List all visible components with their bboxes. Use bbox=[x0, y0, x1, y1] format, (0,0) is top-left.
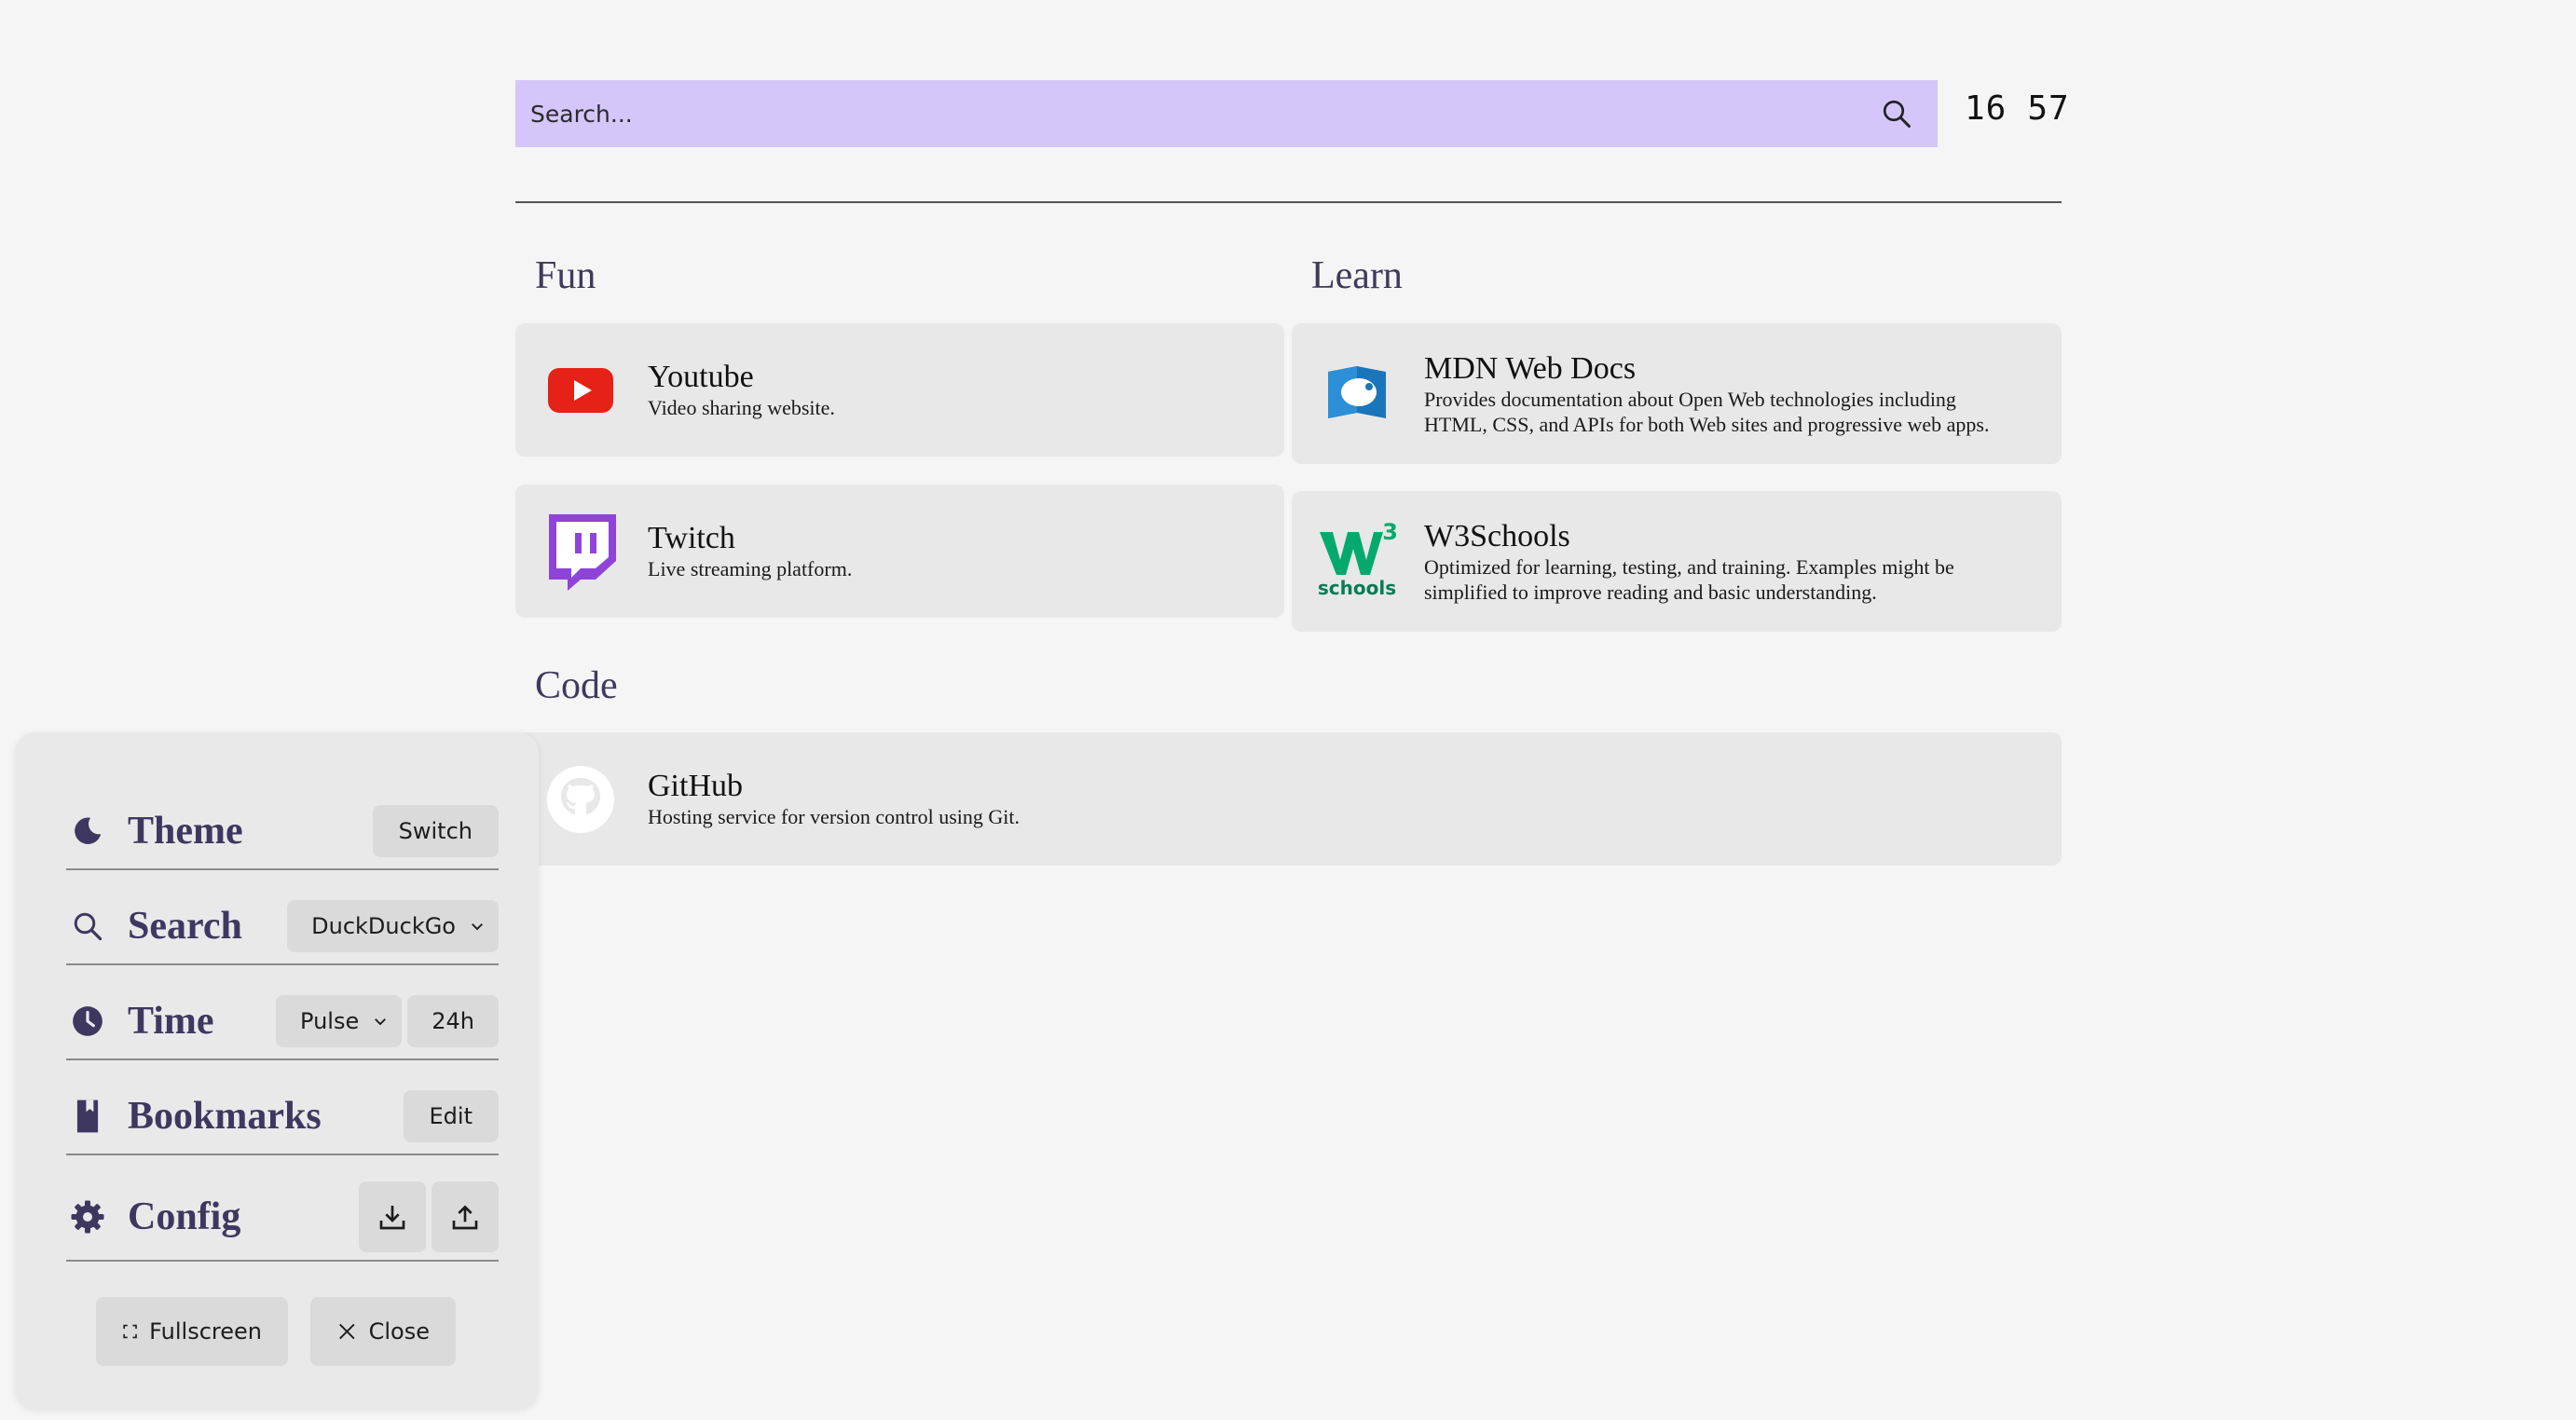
bookmark-mdn[interactable]: MDN Web Docs Provides documentation abou… bbox=[1292, 323, 2062, 464]
twitch-icon bbox=[543, 513, 618, 591]
time-style-select[interactable]: Pulse bbox=[276, 995, 403, 1047]
bookmark-twitch[interactable]: Twitch Live streaming platform. bbox=[515, 485, 1284, 618]
clock: 16 57 bbox=[1965, 89, 2070, 128]
settings-label-config: Config bbox=[128, 1195, 241, 1238]
w3-sup: 3 bbox=[1382, 518, 1398, 545]
time-style-value: Pulse bbox=[300, 1008, 360, 1034]
bookmark-github[interactable]: GitHub Hosting service for version contr… bbox=[515, 732, 2062, 866]
w3-logo-text: schools bbox=[1317, 576, 1397, 599]
mdn-icon bbox=[1320, 357, 1394, 431]
gear-icon bbox=[66, 1195, 109, 1238]
search-bar bbox=[515, 80, 1938, 147]
search-engine-value: DuckDuckGo bbox=[311, 913, 456, 939]
fullscreen-label: Fullscreen bbox=[149, 1318, 262, 1345]
theme-switch-button[interactable]: Switch bbox=[372, 805, 499, 857]
fullscreen-icon bbox=[123, 1324, 137, 1339]
settings-row-bookmarks: Bookmarks Edit bbox=[66, 1079, 499, 1155]
bookmark-desc-line1: Optimized for learning, testing, and tra… bbox=[1424, 554, 1954, 579]
settings-panel: Theme Switch Search DuckDuckGo Time Puls… bbox=[15, 732, 539, 1409]
divider bbox=[515, 201, 2062, 203]
panel-footer: Fullscreen Close bbox=[96, 1297, 456, 1366]
search-icon bbox=[1883, 100, 1911, 128]
bookmark-icon bbox=[66, 1095, 109, 1138]
bookmark-name: W3Schools bbox=[1424, 518, 1570, 553]
settings-label-search: Search bbox=[128, 905, 242, 948]
section-title-code: Code bbox=[535, 664, 618, 707]
time-format-button[interactable]: 24h bbox=[407, 995, 499, 1047]
clock-icon bbox=[66, 1000, 109, 1043]
bookmark-youtube[interactable]: Youtube Video sharing website. bbox=[515, 323, 1284, 457]
bookmark-desc-line2: HTML, CSS, and APIs for both Web sites a… bbox=[1424, 412, 1990, 436]
search-button[interactable] bbox=[1874, 91, 1919, 136]
w3schools-icon: 3 schools bbox=[1317, 519, 1398, 599]
settings-label-bookmarks: Bookmarks bbox=[128, 1095, 322, 1138]
bookmark-desc: Live streaming platform. bbox=[648, 557, 853, 580]
search-input[interactable] bbox=[528, 99, 1874, 129]
moon-icon bbox=[66, 810, 109, 853]
download-icon bbox=[379, 1206, 405, 1230]
section-title-fun: Fun bbox=[535, 254, 596, 297]
settings-row-theme: Theme Switch bbox=[66, 794, 499, 870]
search-icon bbox=[66, 905, 109, 948]
chevron-down-icon bbox=[472, 923, 483, 931]
github-icon bbox=[543, 762, 618, 837]
settings-row-config: Config bbox=[66, 1174, 499, 1262]
chevron-down-icon bbox=[375, 1018, 387, 1026]
bookmark-w3schools[interactable]: 3 schools W3Schools Optimized for learni… bbox=[1292, 491, 2062, 632]
settings-label-time: Time bbox=[128, 1000, 214, 1043]
clock-hours: 16 bbox=[1965, 89, 2007, 128]
search-engine-select[interactable]: DuckDuckGo bbox=[287, 900, 499, 952]
config-download-button[interactable] bbox=[359, 1181, 426, 1252]
clock-minutes: 57 bbox=[2027, 89, 2070, 128]
bookmark-name: GitHub bbox=[648, 769, 743, 803]
bookmark-name: Twitch bbox=[648, 521, 735, 555]
settings-row-time: Time Pulse 24h bbox=[66, 984, 499, 1060]
settings-row-search: Search DuckDuckGo bbox=[66, 889, 499, 965]
bookmark-desc-line2: simplified to improve reading and basic … bbox=[1424, 580, 1877, 604]
bookmark-desc-line1: Provides documentation about Open Web te… bbox=[1424, 387, 1956, 411]
close-button[interactable]: Close bbox=[310, 1297, 456, 1366]
fullscreen-button[interactable]: Fullscreen bbox=[96, 1297, 288, 1366]
settings-label-theme: Theme bbox=[128, 810, 243, 853]
upload-icon bbox=[452, 1205, 478, 1230]
close-label: Close bbox=[368, 1318, 430, 1345]
bookmark-name: Youtube bbox=[648, 360, 754, 394]
config-upload-button[interactable] bbox=[432, 1181, 499, 1252]
close-icon bbox=[339, 1323, 355, 1340]
bookmark-name: MDN Web Docs bbox=[1424, 350, 1637, 386]
bookmarks-edit-button[interactable]: Edit bbox=[403, 1090, 499, 1142]
bookmark-desc: Video sharing website. bbox=[648, 396, 835, 419]
bookmark-desc: Hosting service for version control usin… bbox=[648, 805, 1020, 828]
youtube-icon bbox=[543, 353, 618, 428]
section-title-learn: Learn bbox=[1311, 254, 1403, 297]
